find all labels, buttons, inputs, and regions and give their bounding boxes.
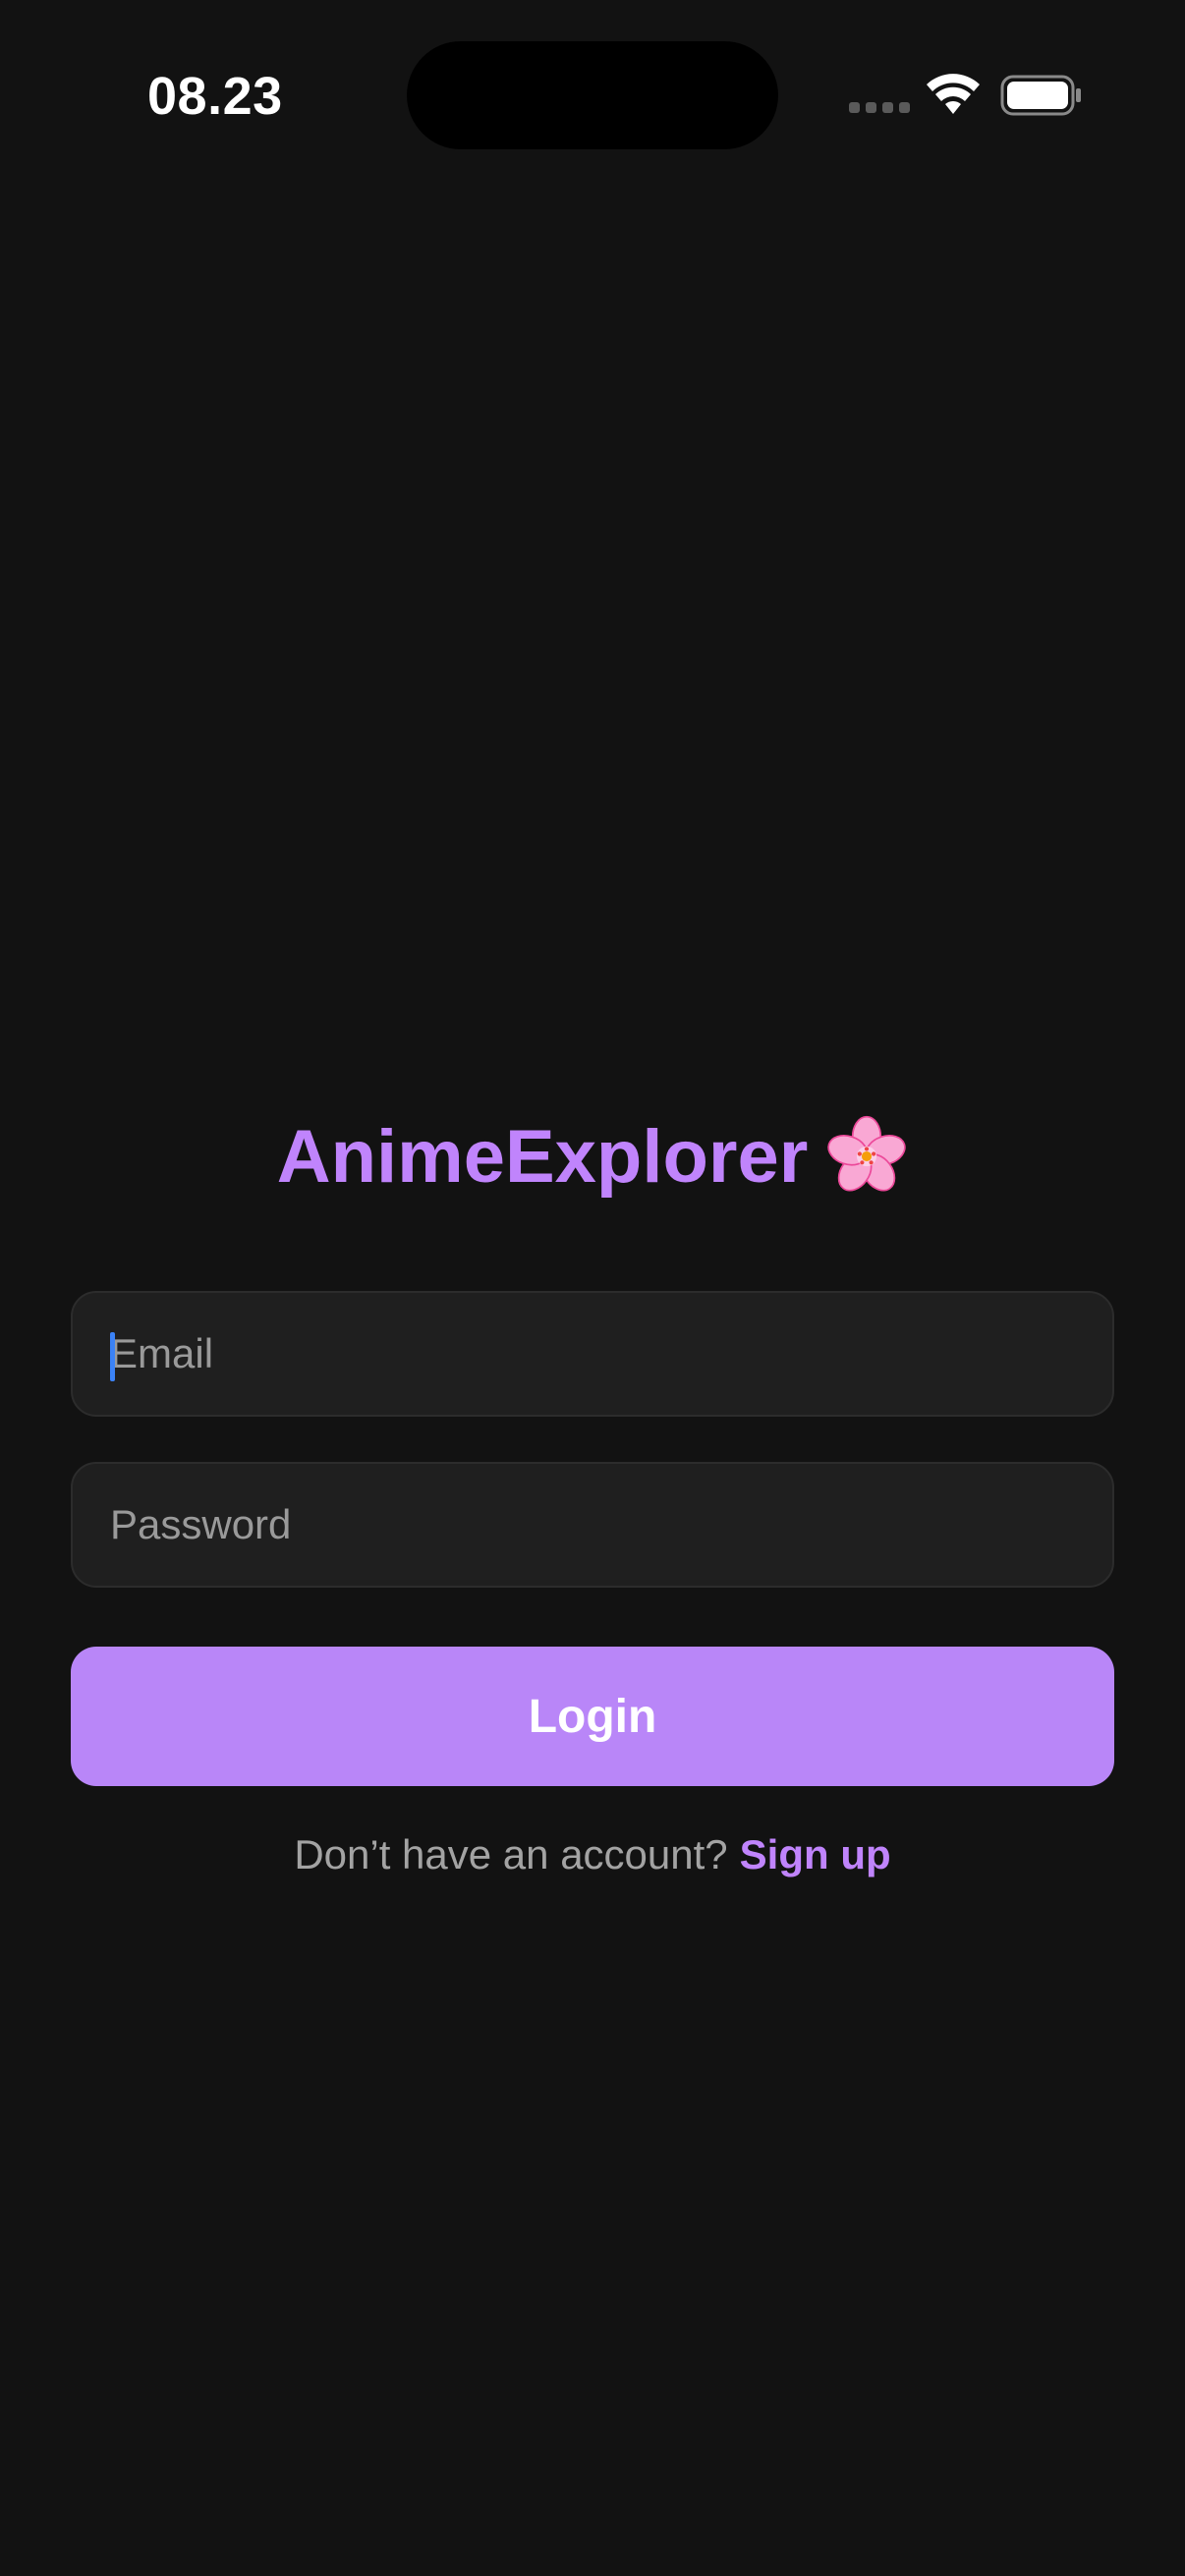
email-field-container [71, 1291, 1114, 1417]
dynamic-island [407, 41, 778, 149]
password-field[interactable] [110, 1464, 1073, 1586]
signup-row: Don’t have an account? Sign up [0, 1825, 1185, 1884]
status-time: 08.23 [147, 67, 283, 126]
app-title: AnimeExplorer [0, 1108, 1185, 1206]
battery-icon [1000, 75, 1081, 116]
login-screen: 08.23 AnimeExplorer Email Login Don’t ha… [0, 0, 1185, 2576]
app-title-text: AnimeExplorer [276, 1115, 809, 1199]
signup-prompt: Don’t have an account? [294, 1831, 728, 1877]
text-caret [110, 1332, 115, 1381]
password-field-container [71, 1462, 1114, 1588]
email-field[interactable] [110, 1293, 1073, 1415]
signup-link[interactable]: Sign up [740, 1831, 891, 1877]
login-button[interactable]: Login [71, 1647, 1114, 1786]
wifi-icon [927, 74, 980, 114]
signal-dots-icon [849, 102, 910, 113]
cherry-blossom-icon [827, 1115, 906, 1192]
